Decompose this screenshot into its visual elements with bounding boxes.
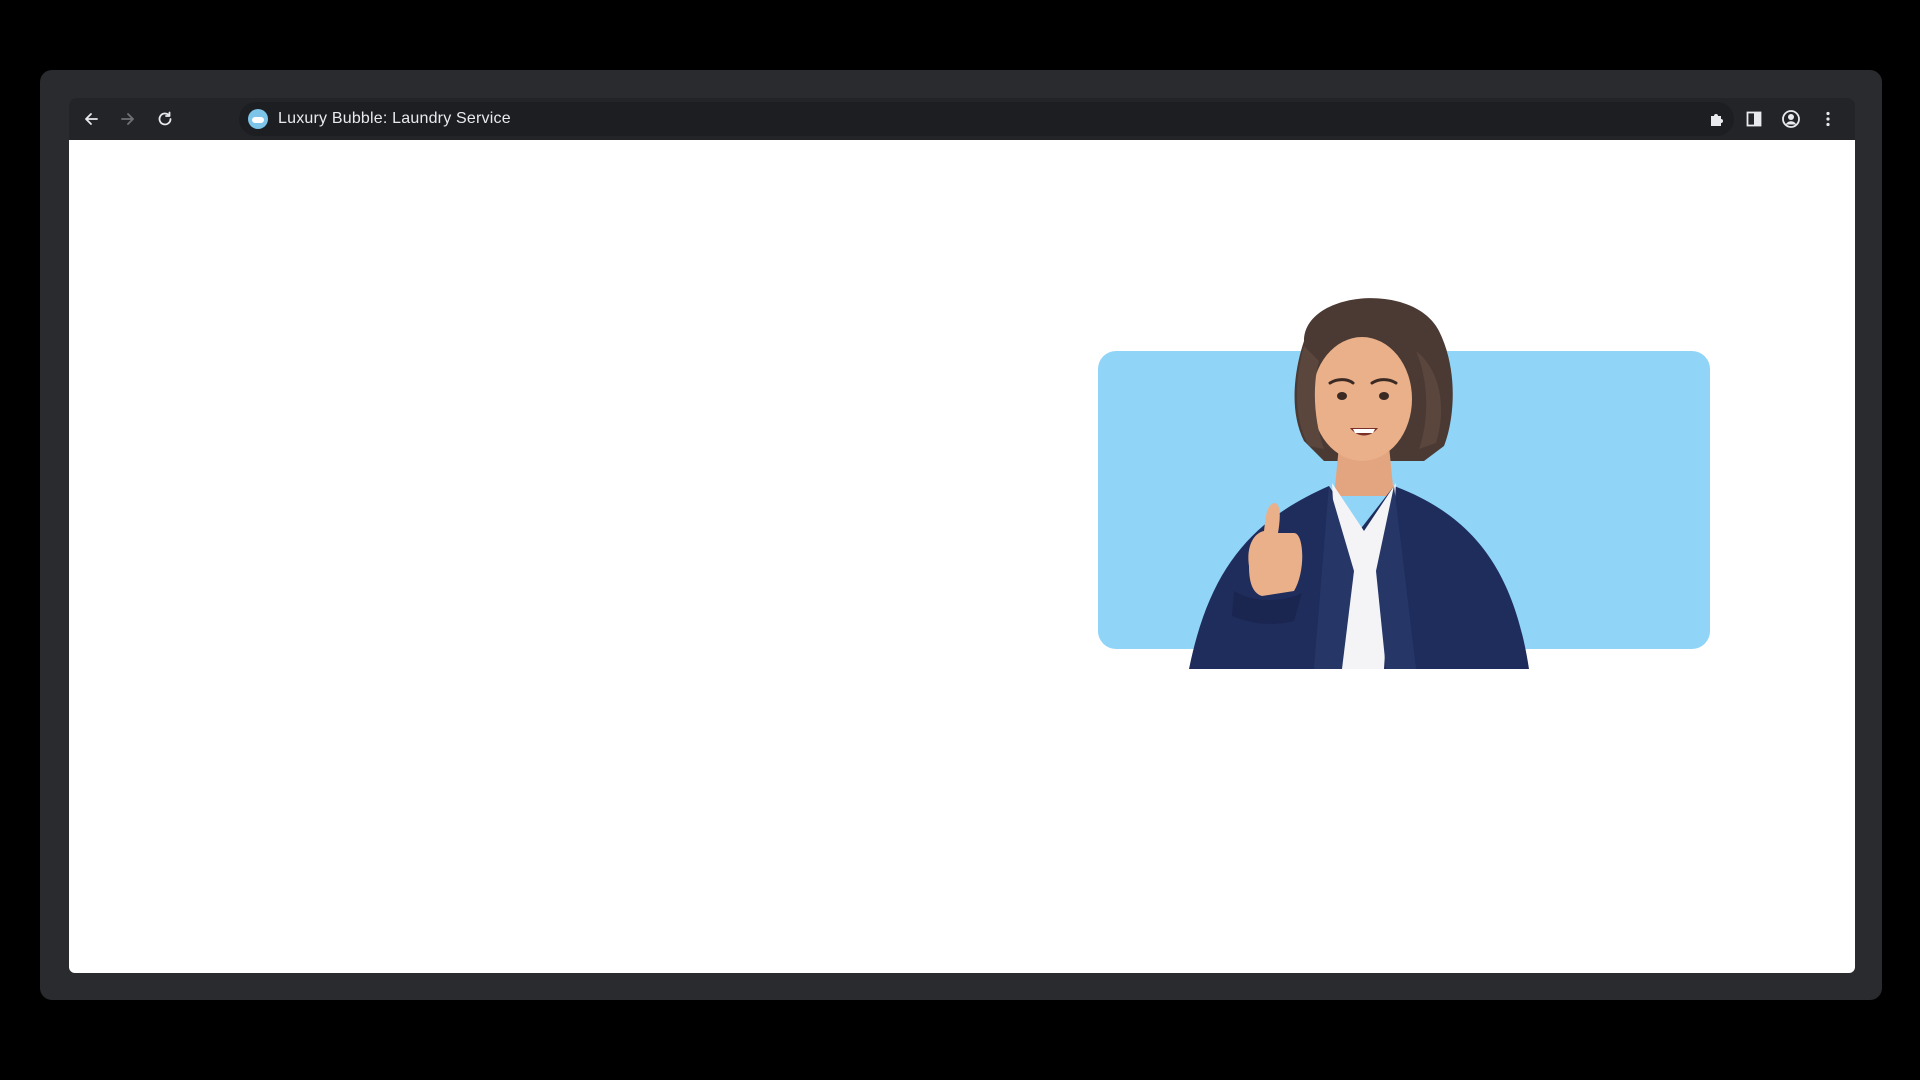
reload-icon [158,111,172,126]
extensions-button[interactable] [1702,104,1732,134]
side-panel-icon [1746,111,1762,127]
forward-button[interactable] [113,104,143,134]
arrow-left-icon [85,113,98,125]
side-panel-button[interactable] [1739,104,1769,134]
back-button[interactable] [76,104,106,134]
browser-toolbar: Luxury Bubble: Laundry Service [69,98,1855,140]
tab-title: Luxury Bubble: Laundry Service [278,110,511,127]
arrow-right-icon [121,113,134,125]
page-viewport [69,140,1855,973]
profile-icon [1782,110,1800,128]
site-favicon [248,109,268,129]
kebab-menu-icon [1826,111,1830,127]
profile-button[interactable] [1776,104,1806,134]
puzzle-icon [1711,114,1723,126]
menu-button[interactable] [1813,104,1843,134]
address-bar[interactable]: Luxury Bubble: Laundry Service [239,102,1734,136]
reload-button[interactable] [150,104,180,134]
toolbar-actions [1695,98,1843,140]
browser-window: Luxury Bubble: Laundry Service [40,70,1882,1000]
woman-thumbs-up-avatar [1189,298,1529,669]
